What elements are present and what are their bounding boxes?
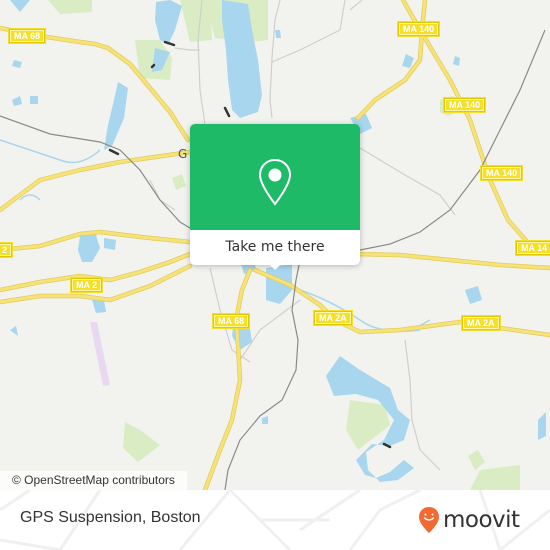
route-shield: 2	[0, 242, 14, 258]
route-shield: MA 140	[442, 97, 487, 113]
location-pin-icon	[258, 158, 292, 206]
place-label: G	[178, 147, 188, 161]
map-view[interactable]: MA 68 MA 140 MA 140 MA 140 MA 14 MA 2 MA…	[0, 0, 550, 490]
route-shield: MA 68	[7, 28, 47, 44]
footer-bar: GPS Suspension, Boston moovit	[0, 490, 550, 550]
moovit-logo[interactable]: moovit	[418, 505, 520, 535]
map-attribution[interactable]: © OpenStreetMap contributors	[0, 471, 187, 490]
location-popup: Take me there	[190, 124, 360, 270]
route-shield: MA 14	[514, 240, 550, 256]
place-name: GPS Suspension, Boston	[20, 509, 201, 526]
popup-header	[190, 124, 360, 230]
route-shield: MA 140	[479, 165, 524, 181]
route-shield: MA 2A	[461, 315, 501, 331]
take-me-there-button[interactable]: Take me there	[190, 230, 360, 265]
brand-wordmark: moovit	[443, 507, 520, 533]
route-shield: MA 68	[211, 313, 251, 329]
popup-pointer	[267, 262, 283, 270]
route-shield: MA 2A	[313, 310, 353, 326]
route-shield: MA 140	[396, 21, 441, 37]
route-shield: MA 2	[69, 277, 104, 293]
moovit-pin-icon	[419, 507, 439, 533]
airport-runway	[90, 322, 110, 386]
